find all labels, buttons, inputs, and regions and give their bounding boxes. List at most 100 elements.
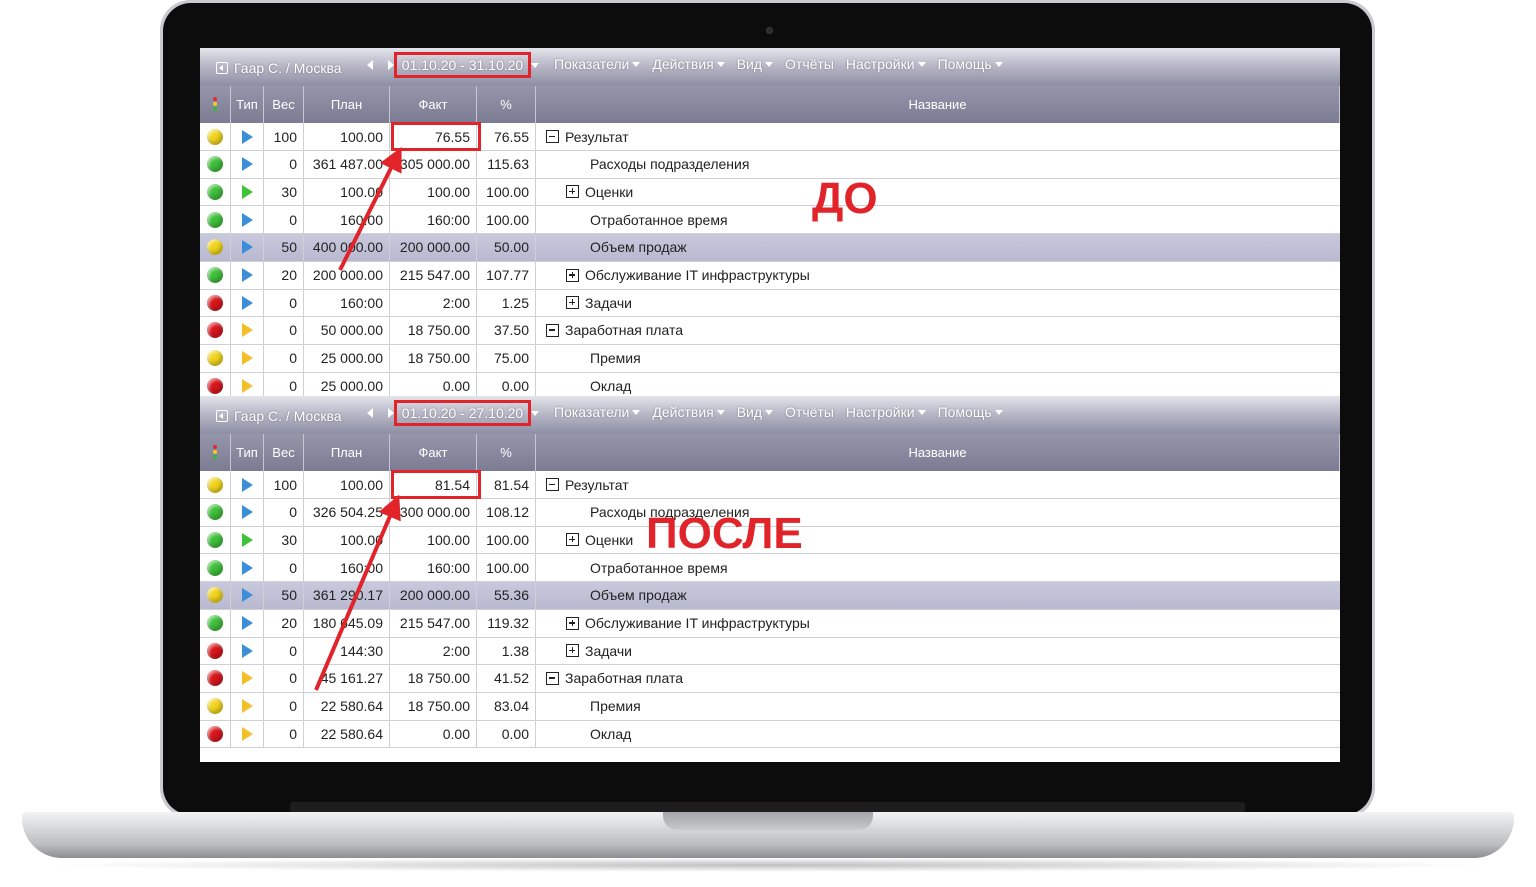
expand-icon[interactable]	[566, 185, 579, 199]
indicator-name: Результат	[565, 476, 629, 493]
table-row[interactable]: 0 361 487.00 305 000.00 115.63 Расходы п…	[200, 150, 1340, 179]
column-header-percent[interactable]: %	[500, 97, 512, 112]
percent-cell: 100.00	[477, 178, 536, 206]
name-cell: Отработанное время	[590, 554, 728, 581]
column-header-type[interactable]: Тип	[236, 97, 258, 112]
collapse-icon[interactable]	[546, 478, 559, 491]
menu-item[interactable]: Действия	[652, 56, 725, 72]
table-row[interactable]: 20 180 645.09 215 547.00 119.32 Обслужив…	[200, 609, 1340, 638]
name-cell: Премия	[590, 693, 641, 720]
status-indicator-icon	[207, 670, 223, 687]
percent-cell: 119.32	[477, 609, 536, 637]
type-flag-icon	[241, 212, 253, 227]
collapse-panel-icon[interactable]	[216, 62, 228, 74]
table-row[interactable]: 0 160:00 2:00 1.25 Задачи	[200, 289, 1340, 318]
percent-cell: 76.55	[477, 123, 536, 150]
table-row[interactable]: 30 100.00 100.00 100.00 Оценки	[200, 178, 1340, 207]
chevron-down-icon	[716, 61, 725, 67]
menu-item-label: Отчёты	[785, 56, 834, 72]
percent-cell: 75.00	[477, 344, 536, 372]
weight-cell: 20	[264, 609, 304, 637]
name-cell: Обслуживание IT инфраструктуры	[566, 262, 810, 289]
column-header-plan[interactable]: План	[331, 445, 362, 460]
collapse-icon[interactable]	[546, 323, 559, 337]
status-indicator-icon	[207, 698, 223, 715]
period-dropdown-icon[interactable]	[531, 411, 539, 416]
menu-item[interactable]: Помощь	[938, 404, 1003, 420]
period-selector[interactable]: 01.10.20 - 31.10.20	[394, 52, 531, 78]
collapse-icon[interactable]	[546, 130, 559, 143]
expand-icon[interactable]	[566, 268, 579, 282]
status-indicator-icon	[207, 128, 223, 145]
header-cell-status	[200, 434, 231, 471]
indicator-name: Премия	[590, 698, 641, 715]
header-cell-percent: %	[477, 86, 536, 123]
table-row[interactable]: 100 100.00 76.55 76.55 Результат	[200, 123, 1340, 151]
header-cell-fact: Факт	[390, 434, 477, 471]
table-row[interactable]: 0 45 161.27 18 750.00 41.52 Заработная п…	[200, 664, 1340, 693]
header-cell-status	[200, 86, 231, 123]
table-row[interactable]: 0 144:30 2:00 1.38 Задачи	[200, 637, 1340, 666]
indicator-name: Оценки	[585, 531, 634, 548]
table-row[interactable]: 50 361 290.17 200 000.00 55.36 Объем про…	[200, 581, 1340, 610]
menu-item[interactable]: Настройки	[846, 56, 926, 72]
user-location-label: Гаар С. / Москва	[234, 60, 342, 76]
indicator-name: Результат	[565, 128, 629, 145]
collapse-panel-icon[interactable]	[216, 410, 228, 422]
table-row[interactable]: 0 22 580.64 0.00 0.00 Оклад	[200, 720, 1340, 749]
period-selector[interactable]: 01.10.20 - 27.10.20	[394, 400, 531, 426]
laptop-shadow	[40, 858, 1496, 872]
type-cell	[231, 581, 264, 609]
menu-item[interactable]: Отчёты	[785, 404, 834, 420]
column-header-fact[interactable]: Факт	[419, 445, 448, 460]
column-header-plan[interactable]: План	[331, 97, 362, 112]
header-cell-name: Название	[536, 86, 1340, 123]
menu-item[interactable]: Настройки	[846, 404, 926, 420]
column-header-weight[interactable]: Вес	[272, 97, 294, 112]
percent-cell: 1.38	[477, 637, 536, 665]
user-location-button[interactable]: Гаар С. / Москва	[216, 60, 342, 76]
table-row[interactable]: 0 160:00 160:00 100.00 Отработанное врем…	[200, 206, 1340, 235]
table-row[interactable]: 0 22 580.64 18 750.00 83.04 Премия	[200, 692, 1340, 721]
table-row[interactable]: 0 160:00 160:00 100.00 Отработанное врем…	[200, 554, 1340, 583]
menu-item[interactable]: Отчёты	[785, 56, 834, 72]
column-header-fact[interactable]: Факт	[419, 97, 448, 112]
table-row[interactable]: 100 100.00 81.54 81.54 Результат	[200, 471, 1340, 499]
previous-period-icon[interactable]	[367, 60, 373, 70]
expand-icon[interactable]	[566, 644, 579, 658]
column-header-name[interactable]: Название	[908, 97, 966, 112]
expand-icon[interactable]	[566, 296, 579, 310]
menu-item[interactable]: Показатели	[554, 56, 641, 72]
column-header-type[interactable]: Тип	[236, 445, 258, 460]
type-cell	[231, 720, 264, 748]
user-location-button[interactable]: Гаар С. / Москва	[216, 408, 342, 424]
percent-cell: 115.63	[477, 150, 536, 178]
type-cell	[231, 206, 264, 234]
table-row[interactable]: 50 400 000.00 200 000.00 50.00 Объем про…	[200, 233, 1340, 262]
column-header-name[interactable]: Название	[908, 445, 966, 460]
previous-period-icon[interactable]	[367, 408, 373, 418]
type-flag-icon	[241, 532, 253, 547]
table-row[interactable]: 0 25 000.00 18 750.00 75.00 Премия	[200, 344, 1340, 373]
period-dropdown-icon[interactable]	[531, 63, 539, 68]
user-location-label: Гаар С. / Москва	[234, 408, 342, 424]
table-row[interactable]: 20 200 000.00 215 547.00 107.77 Обслужив…	[200, 261, 1340, 290]
menu-item[interactable]: Помощь	[938, 56, 1003, 72]
collapse-icon[interactable]	[546, 671, 559, 685]
expand-icon[interactable]	[566, 533, 579, 547]
menu-item[interactable]: Показатели	[554, 404, 641, 420]
weight-cell: 0	[264, 720, 304, 748]
indicator-name: Премия	[590, 350, 641, 367]
expand-icon[interactable]	[566, 616, 579, 630]
menu-item[interactable]: Действия	[652, 404, 725, 420]
webcam-icon	[766, 27, 773, 34]
column-header-weight[interactable]: Вес	[272, 445, 294, 460]
menu-item[interactable]: Вид	[737, 404, 774, 420]
type-flag-icon	[241, 295, 253, 310]
menu-item[interactable]: Вид	[737, 56, 774, 72]
column-header-percent[interactable]: %	[500, 445, 512, 460]
table-row[interactable]: 0 50 000.00 18 750.00 37.50 Заработная п…	[200, 316, 1340, 345]
type-cell	[231, 289, 264, 317]
status-indicator-icon	[207, 156, 223, 173]
status-indicator-icon	[207, 239, 223, 256]
